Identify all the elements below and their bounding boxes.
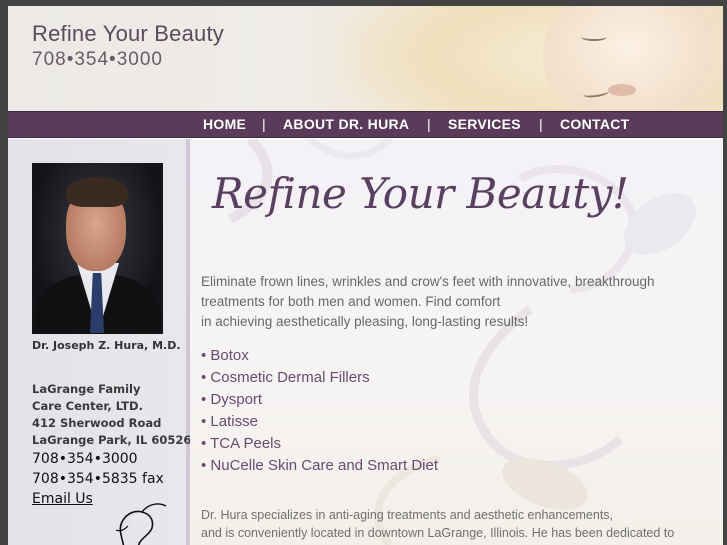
intro-line: in achieving aesthetically pleasing, lon… bbox=[201, 314, 529, 329]
doctor-portrait bbox=[32, 163, 163, 334]
woman-profile-sketch bbox=[115, 503, 167, 545]
treatment-botox[interactable]: • Botox bbox=[201, 345, 438, 367]
intro-paragraph: Eliminate frown lines, wrinkles and crow… bbox=[201, 272, 701, 332]
intro-line: Eliminate frown lines, wrinkles and crow… bbox=[201, 274, 655, 289]
clinic-address: LaGrange Family Care Center, LTD. 412 Sh… bbox=[32, 381, 191, 449]
nav-services[interactable]: SERVICES bbox=[448, 116, 521, 132]
treatment-dermal-fillers[interactable]: • Cosmetic Dermal Fillers bbox=[201, 367, 438, 389]
treatments-list: • Botox • Cosmetic Dermal Fillers • Dysp… bbox=[201, 345, 438, 477]
treatment-dysport[interactable]: • Dysport bbox=[201, 389, 438, 411]
treatment-tca-peels[interactable]: • TCA Peels bbox=[201, 433, 438, 455]
email-us-link[interactable]: Email Us bbox=[32, 491, 93, 507]
outro-paragraph: Dr. Hura specializes in anti-aging treat… bbox=[201, 506, 711, 542]
outro-line: Dr. Hura specializes in anti-aging treat… bbox=[201, 508, 614, 522]
main-nav: HOME | ABOUT DR. HURA | SERVICES | CONTA… bbox=[8, 111, 723, 138]
intro-line: treatments for both men and women. Find … bbox=[201, 294, 501, 309]
address-line: Care Center, LTD. bbox=[32, 399, 143, 413]
sidebar-phone: 708•354•3000 bbox=[32, 451, 138, 467]
main-content: Refine Your Beauty! Eliminate frown line… bbox=[190, 139, 723, 545]
nav-home[interactable]: HOME bbox=[203, 116, 246, 132]
nav-contact[interactable]: CONTACT bbox=[560, 116, 630, 132]
nav-separator: | bbox=[262, 116, 266, 132]
header-phone: 708•354•3000 bbox=[32, 49, 163, 70]
page-frame: Refine Your Beauty 708•354•3000 HOME | A… bbox=[8, 6, 723, 545]
banner-face-image bbox=[543, 6, 723, 111]
treatment-nucelle[interactable]: • NuCelle Skin Care and Smart Diet bbox=[201, 455, 438, 477]
nav-separator: | bbox=[427, 116, 431, 132]
sidebar-fax: 708•354•5835 fax bbox=[32, 471, 164, 487]
site-title[interactable]: Refine Your Beauty bbox=[32, 21, 224, 47]
address-line: LaGrange Park, IL 60526 bbox=[32, 433, 192, 447]
banner-eye-left bbox=[581, 33, 607, 41]
nav-about[interactable]: ABOUT DR. HURA bbox=[283, 116, 409, 132]
banner-lips bbox=[608, 84, 636, 96]
treatment-latisse[interactable]: • Latisse bbox=[201, 411, 438, 433]
nav-separator: | bbox=[539, 116, 543, 132]
address-line: 412 Sherwood Road bbox=[32, 416, 162, 430]
address-line: LaGrange Family bbox=[32, 382, 141, 396]
page-heading: Refine Your Beauty! bbox=[212, 169, 629, 218]
doctor-name: Dr. Joseph Z. Hura, M.D. bbox=[32, 339, 181, 352]
header-banner: Refine Your Beauty 708•354•3000 bbox=[8, 6, 723, 111]
outro-line: and is conveniently located in downtown … bbox=[201, 526, 675, 540]
